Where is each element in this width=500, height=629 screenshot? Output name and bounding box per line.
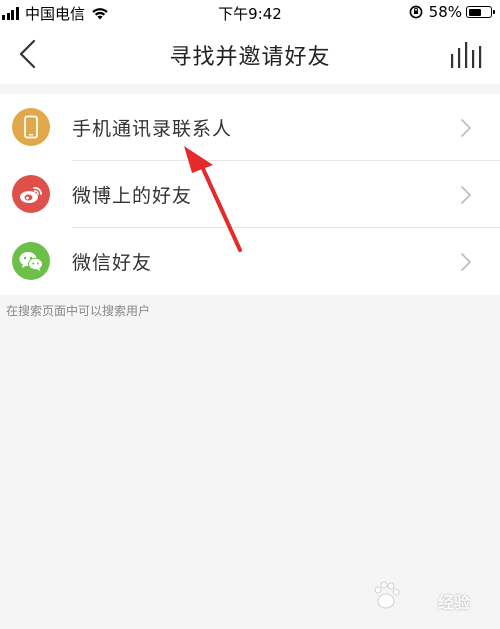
battery-fill xyxy=(468,8,481,16)
chevron-right-icon xyxy=(461,119,471,137)
rotation-lock-icon xyxy=(409,5,423,19)
phone-icon xyxy=(24,115,38,139)
list-item-label: 手机通讯录联系人 xyxy=(72,118,233,140)
watermark-text: 经验 xyxy=(437,593,470,612)
status-bar: 中国电信 下午9:42 58% xyxy=(0,0,500,24)
chevron-right-icon xyxy=(461,186,471,204)
battery-icon xyxy=(466,6,495,18)
nav-bar: 寻找并邀请好友 xyxy=(0,24,500,84)
wechat-icon-badge xyxy=(12,242,50,280)
search-hint: 在搜索页面中可以搜索用户 xyxy=(6,304,151,318)
contacts-icon-badge xyxy=(12,108,50,146)
list-item-label: 微信好友 xyxy=(72,252,153,274)
status-right: 58% xyxy=(409,3,495,21)
weibo-icon-badge xyxy=(12,175,50,213)
weibo-icon xyxy=(20,187,42,203)
chevron-right-icon xyxy=(461,253,471,271)
battery-percent: 58% xyxy=(428,3,462,21)
page-title: 寻找并邀请好友 xyxy=(169,45,331,70)
bar-chart-icon xyxy=(451,42,482,68)
wechat-icon xyxy=(19,252,43,271)
screen: 中国电信 下午9:42 58% 寻找并邀请好友 手机通讯录联系人 微博上的好友 … xyxy=(0,0,500,629)
annotation-arrow-icon xyxy=(184,146,242,252)
stats-button[interactable] xyxy=(448,38,482,72)
